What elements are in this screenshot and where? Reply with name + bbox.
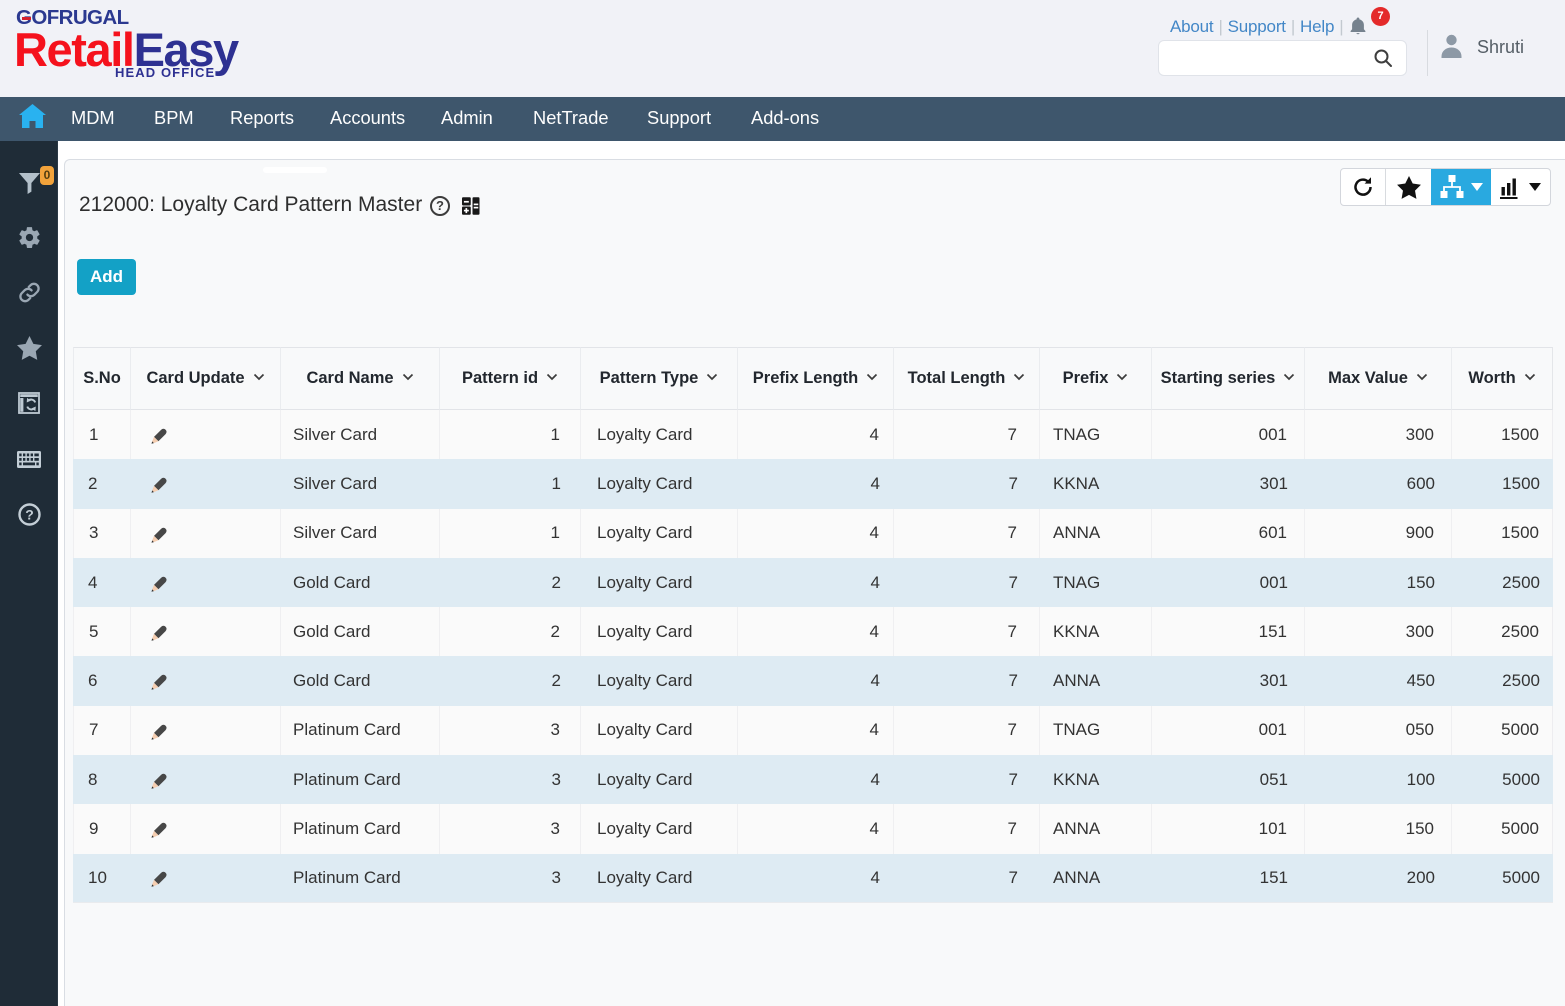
svg-text:?: ? <box>25 507 34 523</box>
